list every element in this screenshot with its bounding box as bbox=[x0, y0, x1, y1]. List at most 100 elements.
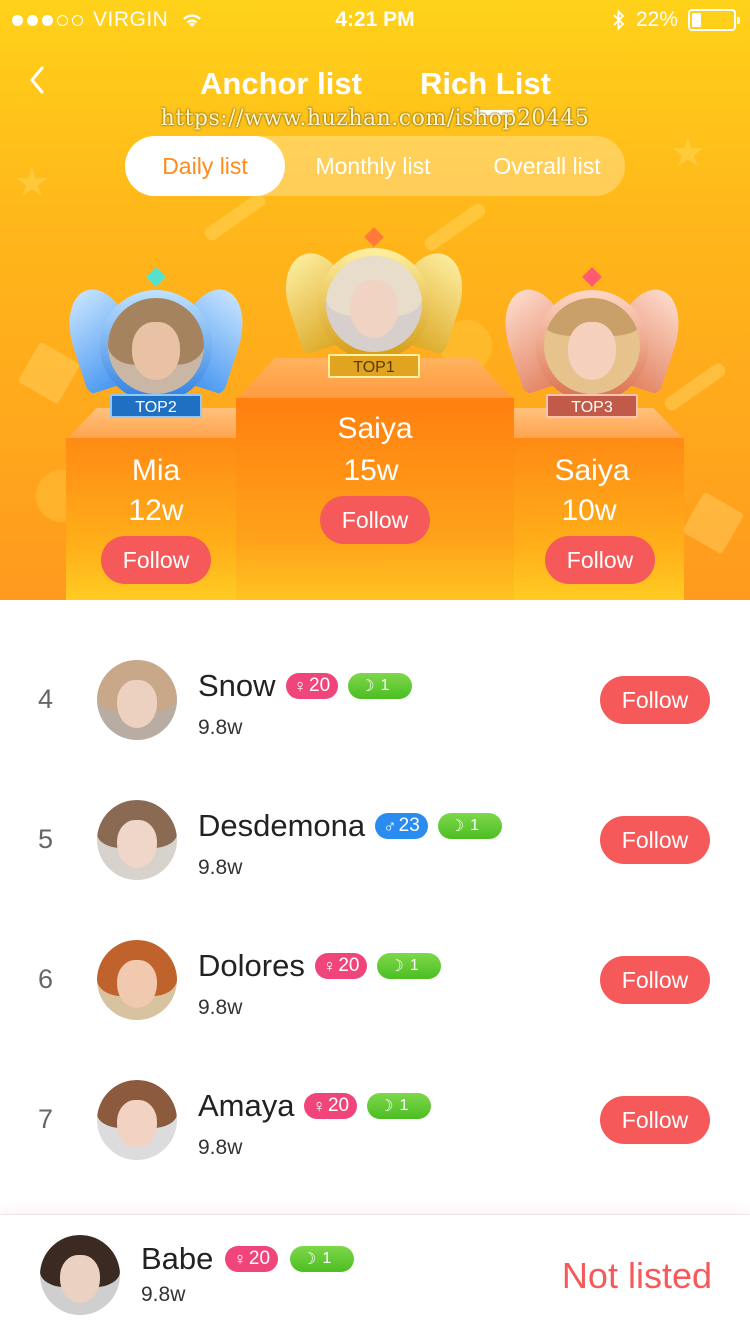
battery-fill bbox=[692, 13, 701, 27]
watermark: https://www.huzhan.com/ishop20445 bbox=[160, 106, 590, 131]
level-badge: ☽ 1 bbox=[367, 1093, 432, 1119]
bluetooth-icon bbox=[613, 9, 625, 31]
avatar-face bbox=[117, 1100, 157, 1148]
list-item[interactable]: 5 Desdemona ♂ 23 ☽ 1 9.8w Follow bbox=[0, 780, 750, 920]
avatar[interactable] bbox=[97, 800, 177, 880]
avatar-face bbox=[117, 820, 157, 868]
rank-label-top1: TOP1 bbox=[328, 354, 420, 378]
avatar-top3 bbox=[544, 298, 640, 394]
user-score: 9.8w bbox=[198, 1136, 243, 1159]
user-name-row: Snow ♀ 20 ☽ 1 bbox=[198, 668, 413, 704]
level-value: 1 bbox=[322, 1250, 332, 1267]
tab-anchor-list[interactable]: Anchor list bbox=[200, 66, 362, 102]
top3-avatar-frame[interactable]: TOP3 bbox=[494, 267, 690, 420]
level-badge: ☽ 1 bbox=[377, 953, 442, 979]
avatar-face bbox=[117, 680, 157, 728]
level-value: 1 bbox=[399, 1097, 409, 1114]
level-value: 1 bbox=[470, 817, 480, 834]
podium-score-first: 15w bbox=[343, 454, 399, 487]
gender-age-badge: ♀ 20 bbox=[304, 1093, 358, 1119]
user-score: 9.8w bbox=[198, 716, 243, 739]
level-badge: ☽ 1 bbox=[437, 813, 502, 839]
female-icon: ♀ bbox=[293, 675, 308, 696]
podium-score-third: 10w bbox=[561, 494, 617, 527]
avatar-top1 bbox=[326, 256, 422, 352]
avatar-face bbox=[568, 322, 616, 380]
ranking-status: Not listed bbox=[561, 1255, 712, 1296]
follow-button-third[interactable]: Follow bbox=[545, 536, 655, 584]
crown-gem bbox=[146, 267, 166, 287]
user-name-row: Amaya ♀ 20 ☽ 1 bbox=[198, 1088, 432, 1124]
my-name: Babe bbox=[141, 1241, 214, 1276]
top1-avatar-frame[interactable]: TOP1 bbox=[274, 227, 474, 380]
age-value: 20 bbox=[338, 955, 360, 976]
podium-name-first: Saiya bbox=[337, 412, 413, 445]
rank-label-top3: TOP3 bbox=[546, 394, 638, 418]
rank-label-top2: TOP2 bbox=[110, 394, 202, 418]
avatar-face bbox=[117, 960, 157, 1008]
rank-number: 7 bbox=[38, 1104, 54, 1134]
user-name: Desdemona bbox=[198, 808, 366, 843]
follow-button-second[interactable]: Follow bbox=[101, 536, 211, 584]
age-value: 23 bbox=[398, 815, 420, 836]
level-value: 1 bbox=[409, 957, 419, 974]
level-value: 1 bbox=[380, 677, 390, 694]
follow-button[interactable]: Follow bbox=[600, 956, 710, 1004]
gender-age-badge: ♀ 20 bbox=[285, 673, 339, 699]
female-icon: ♀ bbox=[312, 1095, 326, 1116]
follow-button[interactable]: Follow bbox=[600, 816, 710, 864]
follow-button[interactable]: Follow bbox=[600, 676, 710, 724]
moon-icon: ☽ bbox=[449, 818, 465, 835]
gender-age-badge: ♀ 20 bbox=[225, 1246, 279, 1272]
tab-overall-list[interactable]: Overall list bbox=[477, 136, 617, 196]
tab-daily-list[interactable]: Daily list bbox=[125, 136, 285, 196]
age-value: 20 bbox=[327, 1095, 350, 1116]
age-value: 20 bbox=[248, 1248, 271, 1269]
age-value: 20 bbox=[309, 675, 331, 696]
avatar-face bbox=[350, 280, 398, 338]
moon-icon: ☽ bbox=[389, 958, 404, 975]
list-item[interactable]: 6 Dolores ♀ 20 ☽ 1 9.8w Follow bbox=[0, 920, 750, 1060]
rank-number: 4 bbox=[38, 684, 54, 714]
period-tabs: Daily list Monthly list Overall list bbox=[125, 136, 625, 196]
avatar[interactable] bbox=[97, 1080, 177, 1160]
female-icon: ♀ bbox=[322, 955, 337, 976]
avatar[interactable] bbox=[97, 660, 177, 740]
crown-gem bbox=[582, 267, 602, 287]
gender-age-badge: ♀ 20 bbox=[314, 953, 368, 979]
tab-monthly-list[interactable]: Monthly list bbox=[301, 136, 445, 196]
avatar[interactable] bbox=[97, 940, 177, 1020]
status-bar: VIRGIN 4:21 PM 22% bbox=[0, 0, 750, 40]
top2-avatar-frame[interactable]: TOP2 bbox=[58, 267, 254, 420]
user-score: 9.8w bbox=[198, 856, 243, 879]
podium-score-second: 12w bbox=[128, 494, 184, 527]
avatar-top2 bbox=[108, 298, 204, 394]
moon-icon: ☽ bbox=[360, 678, 375, 695]
avatar-face bbox=[132, 322, 180, 380]
my-ranking-bar: Babe ♀ 20 ☽ 1 9.8w Not listed bbox=[0, 1214, 750, 1334]
star-decoration-icon: ★ bbox=[14, 161, 50, 205]
level-badge: ☽ 1 bbox=[348, 673, 413, 699]
user-name: Snow bbox=[198, 668, 276, 703]
user-name: Amaya bbox=[198, 1088, 295, 1123]
user-score: 9.8w bbox=[198, 996, 243, 1019]
my-name-row: Babe ♀ 20 ☽ 1 bbox=[141, 1241, 355, 1277]
star-decoration-icon: ★ bbox=[670, 131, 706, 175]
my-avatar[interactable] bbox=[40, 1235, 120, 1315]
user-name-row: Dolores ♀ 20 ☽ 1 bbox=[198, 948, 442, 984]
list-item[interactable]: 4 Snow ♀ 20 ☽ 1 9.8w Follow bbox=[0, 640, 750, 780]
moon-icon: ☽ bbox=[302, 1251, 317, 1268]
follow-button[interactable]: Follow bbox=[600, 1096, 710, 1144]
diamond-decoration bbox=[17, 341, 81, 405]
battery-percent: 22% bbox=[635, 8, 678, 31]
avatar-face bbox=[60, 1255, 100, 1303]
user-name: Dolores bbox=[198, 948, 305, 983]
battery-icon bbox=[688, 9, 740, 31]
follow-button-first[interactable]: Follow bbox=[320, 496, 430, 544]
ranking-header: ★ ★ VIRGIN 4:21 PM 22% Anchor list Rich … bbox=[0, 0, 750, 600]
tab-rich-list[interactable]: Rich List bbox=[420, 66, 551, 102]
list-item[interactable]: 7 Amaya ♀ 20 ☽ 1 9.8w Follow bbox=[0, 1060, 750, 1200]
diamond-decoration bbox=[681, 491, 745, 555]
gender-age-badge: ♂ 23 bbox=[375, 813, 428, 839]
rank-number: 5 bbox=[38, 824, 54, 854]
